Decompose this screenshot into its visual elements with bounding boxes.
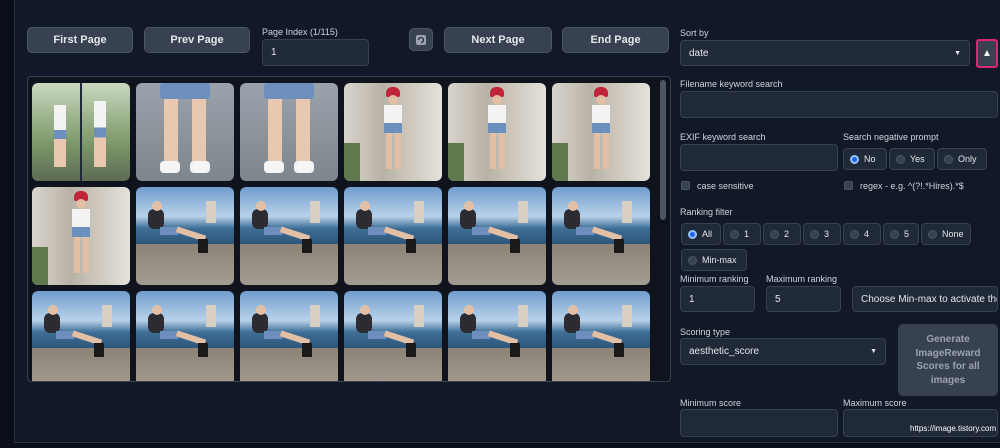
gallery-thumbnail[interactable] bbox=[240, 83, 338, 181]
gallery-thumbnail[interactable] bbox=[136, 83, 234, 181]
gallery-thumbnail[interactable] bbox=[136, 187, 234, 285]
radio-dot bbox=[928, 229, 937, 239]
negative-prompt-label: Search negative prompt bbox=[843, 132, 939, 142]
max-ranking-input[interactable]: 5 bbox=[766, 286, 841, 312]
radio-dot bbox=[850, 229, 859, 239]
sort-direction-button[interactable]: ▲ bbox=[976, 39, 998, 68]
radio-dot bbox=[688, 255, 697, 265]
radio-dot bbox=[770, 229, 779, 239]
sort-select[interactable]: date ▼ bbox=[680, 40, 970, 66]
filename-search-label: Filename keyword search bbox=[680, 79, 783, 89]
sort-ascending-icon: ▲ bbox=[982, 48, 992, 59]
refresh-icon bbox=[416, 34, 426, 45]
generate-scores-button[interactable]: Generate ImageReward Scores for all imag… bbox=[898, 324, 998, 396]
radio-dot bbox=[810, 229, 819, 239]
gallery-thumbnail[interactable] bbox=[240, 291, 338, 381]
end-page-button[interactable]: End Page bbox=[562, 27, 669, 53]
rank-option-none[interactable]: None bbox=[921, 223, 971, 245]
rank-option-3-label: 3 bbox=[824, 229, 830, 239]
ranking-filter-label: Ranking filter bbox=[680, 207, 733, 217]
gallery-scrollbar[interactable] bbox=[660, 80, 666, 220]
case-sensitive-label: case sensitive bbox=[697, 181, 754, 191]
neg-option-only-label: Only bbox=[958, 154, 977, 164]
neg-option-no[interactable]: No bbox=[843, 148, 887, 170]
gallery-thumbnail[interactable] bbox=[32, 291, 130, 381]
gallery-thumbnail[interactable] bbox=[240, 187, 338, 285]
regex-checkbox[interactable] bbox=[844, 181, 853, 190]
neg-option-yes[interactable]: Yes bbox=[889, 148, 935, 170]
min-score-input[interactable] bbox=[680, 409, 838, 437]
sort-value: date bbox=[689, 47, 709, 59]
filename-search-input[interactable] bbox=[680, 91, 998, 118]
rank-option-4[interactable]: 4 bbox=[843, 223, 881, 245]
gallery-thumbnail[interactable] bbox=[552, 187, 650, 285]
chevron-down-icon: ▼ bbox=[870, 348, 877, 355]
chevron-down-icon: ▼ bbox=[954, 49, 961, 57]
gallery-thumbnail[interactable] bbox=[448, 187, 546, 285]
rank-option-5-label: 5 bbox=[904, 229, 910, 239]
rank-option-2[interactable]: 2 bbox=[763, 223, 801, 245]
rank-option-all-label: All bbox=[702, 229, 713, 239]
neg-option-yes-label: Yes bbox=[910, 154, 925, 164]
gallery-thumbnail[interactable] bbox=[344, 291, 442, 381]
min-ranking-label: Minimum ranking bbox=[680, 274, 749, 284]
min-score-label: Minimum score bbox=[680, 398, 742, 408]
max-score-label: Maximum score bbox=[843, 398, 907, 408]
rank-option-1[interactable]: 1 bbox=[723, 223, 761, 245]
regex-label: regex - e.g. ^(?!.*Hires).*$ bbox=[860, 181, 964, 191]
gallery-thumbnail[interactable] bbox=[344, 187, 442, 285]
rank-option-all[interactable]: All bbox=[681, 223, 721, 245]
scoring-type-select[interactable]: aesthetic_score ▼ bbox=[680, 338, 886, 365]
gallery-thumbnail[interactable] bbox=[448, 291, 546, 381]
min-ranking-input[interactable]: 1 bbox=[680, 286, 755, 312]
max-ranking-label: Maximum ranking bbox=[766, 274, 838, 284]
rank-option-1-label: 1 bbox=[744, 229, 750, 239]
rank-option-2-label: 2 bbox=[784, 229, 790, 239]
gallery-thumbnail[interactable] bbox=[136, 291, 234, 381]
image-gallery bbox=[27, 76, 671, 382]
gallery-thumbnail[interactable] bbox=[448, 83, 546, 181]
next-page-button[interactable]: Next Page bbox=[444, 27, 552, 53]
rank-option-none-label: None bbox=[942, 229, 964, 239]
radio-dot bbox=[890, 229, 899, 239]
scoring-type-label: Scoring type bbox=[680, 327, 731, 337]
refresh-button[interactable] bbox=[409, 28, 433, 51]
watermark-text: https://image.tistory.com bbox=[910, 424, 997, 433]
exif-search-label: EXIF keyword search bbox=[680, 132, 766, 142]
radio-dot bbox=[730, 229, 739, 239]
rank-option-min-max[interactable]: Min-max bbox=[681, 249, 747, 271]
gallery-thumbnail[interactable] bbox=[344, 83, 442, 181]
rank-option-4-label: 4 bbox=[864, 229, 870, 239]
radio-dot bbox=[850, 154, 859, 164]
page-index-input[interactable]: 1 bbox=[262, 39, 369, 66]
gallery-thumbnail[interactable] bbox=[552, 291, 650, 381]
rank-option-3[interactable]: 3 bbox=[803, 223, 841, 245]
rank-option-5[interactable]: 5 bbox=[883, 223, 919, 245]
rank-option-min-max-label: Min-max bbox=[702, 255, 737, 265]
radio-dot bbox=[896, 154, 905, 164]
gallery-thumbnail[interactable] bbox=[32, 83, 130, 181]
page-index-label: Page Index (1/115) bbox=[262, 27, 338, 37]
sort-label: Sort by bbox=[680, 28, 709, 38]
neg-option-no-label: No bbox=[864, 154, 876, 164]
min-max-note: Choose Min-max to activate these control… bbox=[852, 286, 998, 312]
first-page-button[interactable]: First Page bbox=[27, 27, 133, 53]
gallery-thumbnail[interactable] bbox=[32, 187, 130, 285]
gallery-thumbnail[interactable] bbox=[552, 83, 650, 181]
exif-search-input[interactable] bbox=[680, 144, 838, 171]
prev-page-button[interactable]: Prev Page bbox=[144, 27, 250, 53]
radio-dot bbox=[688, 229, 697, 239]
neg-option-only[interactable]: Only bbox=[937, 148, 987, 170]
case-sensitive-checkbox[interactable] bbox=[681, 181, 690, 190]
scoring-type-value: aesthetic_score bbox=[689, 346, 760, 357]
radio-dot bbox=[944, 154, 953, 164]
